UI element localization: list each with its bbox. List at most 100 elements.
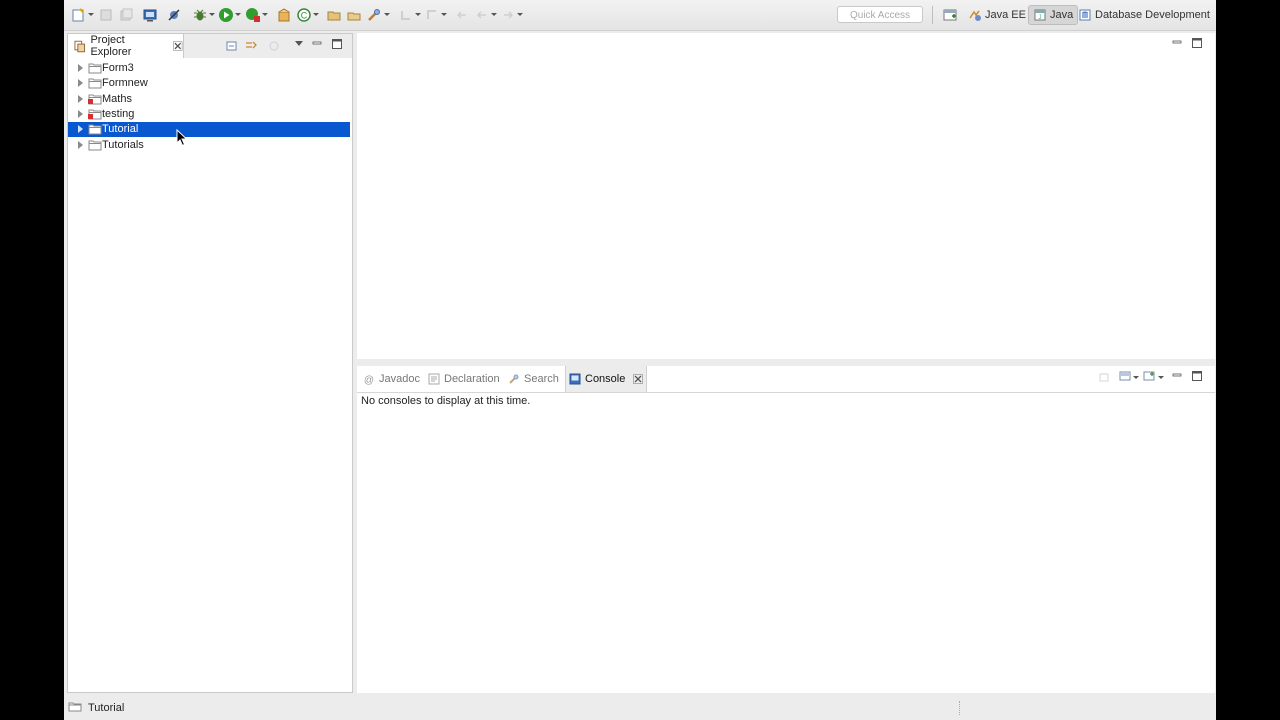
link-with-editor-icon[interactable] (245, 39, 257, 51)
mouse-cursor-icon (176, 129, 188, 147)
project-item[interactable]: Maths (68, 92, 350, 107)
project-explorer-tab[interactable]: Project Explorer (68, 34, 184, 58)
editor-area (357, 33, 1215, 359)
back-dropdown-icon (491, 13, 497, 16)
close-icon[interactable] (173, 41, 183, 51)
forward-icon (500, 7, 516, 23)
perspective-java-ee[interactable]: Java EE (964, 5, 1030, 25)
tab-label: Console (585, 373, 626, 385)
new-java-class-icon[interactable]: C (296, 7, 312, 23)
prev-annotation-dropdown-icon (441, 13, 447, 16)
next-annotation-icon (398, 7, 414, 23)
new-dropdown-icon[interactable] (88, 13, 94, 16)
perspective-database-development[interactable]: Database Development (1074, 5, 1214, 25)
project-folder-icon (68, 702, 82, 712)
project-folder-icon (88, 78, 102, 89)
skip-breakpoints-icon[interactable] (166, 7, 182, 23)
open-console-dropdown-icon[interactable] (1158, 376, 1164, 379)
quick-access-field[interactable]: Quick Access (837, 6, 923, 23)
svg-text:@: @ (364, 375, 374, 385)
project-explorer-title: Project Explorer (90, 34, 132, 58)
last-edit-icon (454, 7, 470, 23)
project-folder-icon (88, 124, 102, 135)
back-icon (474, 7, 490, 23)
database-perspective-icon (1079, 9, 1091, 21)
project-explorer-icon (74, 40, 86, 52)
project-item[interactable]: Tutorial (68, 122, 350, 138)
console-icon (569, 373, 581, 385)
editor-maximize-icon[interactable] (1191, 37, 1203, 49)
java-ee-perspective-icon (969, 10, 981, 21)
forward-dropdown-icon (517, 13, 523, 16)
coverage-icon[interactable] (245, 7, 261, 23)
project-explorer-header: Project Explorer (68, 34, 352, 58)
perspective-label: Java (1050, 9, 1074, 21)
project-item[interactable]: Formnew (68, 76, 350, 91)
eclipse-window: C Quick Access Java EE J Java Database D… (64, 0, 1216, 720)
coverage-dropdown-icon[interactable] (262, 13, 268, 16)
focus-icon (268, 40, 280, 52)
svg-text:C: C (301, 11, 308, 21)
project-item[interactable]: testing (68, 107, 350, 122)
open-console-icon[interactable] (1143, 370, 1155, 382)
project-label: Tutorials (102, 138, 144, 151)
open-perspective-icon[interactable] (942, 7, 958, 23)
new-icon[interactable] (70, 7, 86, 23)
display-console-dropdown-icon[interactable] (1133, 376, 1139, 379)
search-tool-icon[interactable] (366, 7, 382, 23)
display-console-icon[interactable] (1119, 370, 1131, 382)
close-icon[interactable] (633, 374, 644, 384)
console-panel: @ Javadoc Declaration Search Console No … (357, 366, 1215, 693)
expand-arrow-icon[interactable] (78, 79, 83, 88)
minimize-icon[interactable] (311, 37, 323, 49)
expand-arrow-icon[interactable] (78, 125, 83, 134)
open-type-icon[interactable] (326, 7, 342, 23)
expand-arrow-icon[interactable] (78, 94, 83, 103)
project-item[interactable]: Tutorials (68, 138, 350, 153)
search-icon (509, 374, 519, 384)
run-icon[interactable] (218, 7, 234, 23)
console-minimize-icon[interactable] (1171, 369, 1183, 381)
project-label: Form3 (102, 62, 134, 74)
expand-arrow-icon[interactable] (78, 140, 83, 149)
tab-label: Declaration (444, 373, 500, 385)
tab-label: Search (524, 373, 559, 385)
editor-minimize-icon[interactable] (1171, 36, 1183, 48)
search-dropdown-icon[interactable] (384, 13, 390, 16)
status-selected-item: Tutorial (88, 702, 125, 714)
collapse-all-icon[interactable] (226, 40, 238, 52)
tab-console[interactable]: Console (569, 372, 644, 386)
tab-search[interactable]: Search (508, 372, 559, 386)
new-class-dropdown-icon[interactable] (313, 13, 319, 16)
tab-label: Javadoc (379, 373, 420, 385)
tab-declaration[interactable]: Declaration (428, 372, 500, 386)
perspective-label: Java EE (985, 9, 1026, 21)
status-bar: Tutorial (64, 697, 1216, 720)
debug-icon[interactable] (192, 7, 208, 23)
console-tab-bar: @ Javadoc Declaration Search Console (357, 366, 1215, 393)
save-icon (98, 7, 114, 23)
toolbar-separator (932, 6, 933, 24)
run-dropdown-icon[interactable] (235, 13, 241, 16)
view-menu-icon[interactable] (293, 37, 305, 49)
maximize-icon[interactable] (331, 38, 343, 50)
svg-text:J: J (1039, 15, 1042, 21)
tab-javadoc[interactable]: @ Javadoc (363, 372, 420, 386)
project-label: Formnew (102, 77, 148, 90)
console-maximize-icon[interactable] (1191, 370, 1203, 382)
project-folder-error-icon (88, 94, 102, 105)
project-folder-icon (88, 140, 102, 150)
project-folder-error-icon (88, 109, 102, 120)
open-task-icon[interactable] (346, 7, 362, 23)
project-item[interactable]: Form3 (68, 61, 350, 76)
project-explorer-view: Project Explorer Form3 Formnew Maths testin… (67, 33, 353, 693)
save-all-icon (118, 7, 134, 23)
perspective-java[interactable]: J Java (1028, 5, 1079, 25)
javadoc-icon: @ (364, 375, 374, 385)
new-java-package-icon[interactable] (276, 7, 292, 23)
expand-arrow-icon[interactable] (78, 64, 83, 72)
debug-dropdown-icon[interactable] (209, 13, 215, 16)
terminal-icon[interactable] (142, 7, 158, 23)
main-toolbar: C Quick Access Java EE J Java Database D… (64, 0, 1216, 31)
expand-arrow-icon[interactable] (78, 109, 83, 118)
